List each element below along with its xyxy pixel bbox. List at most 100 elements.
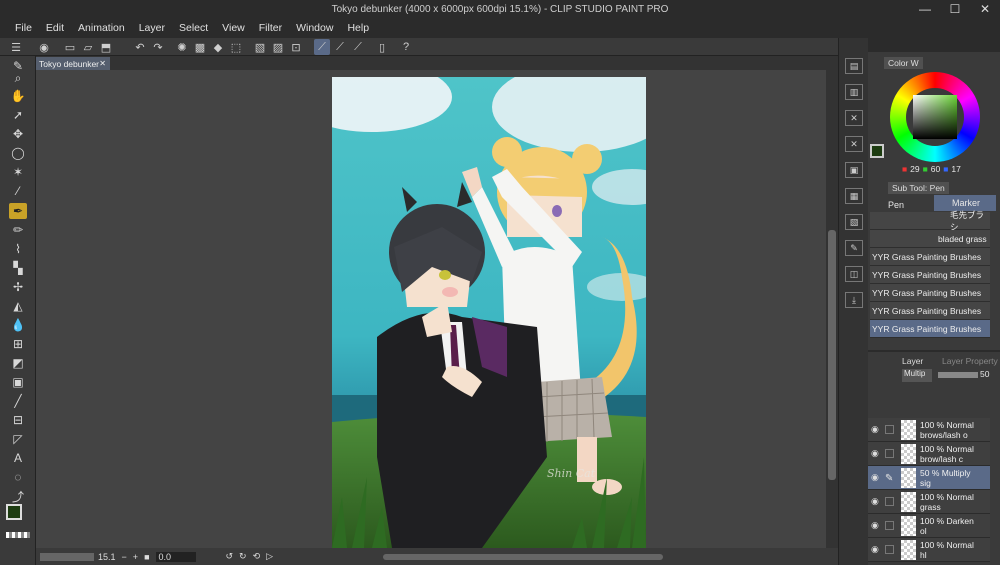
- layer-row[interactable]: ◉ 100 % Normal hl: [868, 538, 990, 562]
- rotate-left-icon[interactable]: ↺: [226, 551, 234, 562]
- deselect-icon[interactable]: ▧: [252, 39, 268, 55]
- lasso-icon[interactable]: ◯: [9, 145, 27, 161]
- save-panel-icon[interactable]: ▧: [845, 214, 863, 230]
- menu-file[interactable]: File: [8, 22, 39, 34]
- close-button[interactable]: ✕: [970, 0, 1000, 18]
- pencil-icon[interactable]: ✏: [9, 222, 27, 238]
- brush-item[interactable]: YYR Grass Painting Brushes: [870, 266, 990, 284]
- brush-item-selected[interactable]: YYR Grass Painting Brushes: [870, 320, 990, 338]
- canvas-area[interactable]: Shin Cat: [36, 70, 826, 548]
- object-select-icon[interactable]: ➚: [9, 107, 27, 123]
- layer-row-selected[interactable]: ◉ ✎ 50 % Multiply sig: [868, 466, 990, 490]
- brush-item[interactable]: YYR Grass Painting Brushes: [870, 248, 990, 266]
- gradient-icon[interactable]: ◩: [9, 355, 27, 371]
- image-panel-icon[interactable]: ▦: [845, 188, 863, 204]
- layer-row[interactable]: ◉ 100 % Normal brows/lash o: [868, 418, 990, 442]
- opacity-value[interactable]: 50: [980, 369, 989, 379]
- frame-icon[interactable]: ⊟: [9, 412, 27, 428]
- clear-icon[interactable]: ▩: [192, 39, 208, 55]
- clip-studio-icon[interactable]: ◉: [36, 39, 52, 55]
- fill-icon[interactable]: ⊞: [9, 336, 27, 352]
- tab-tokyo-debunker[interactable]: Tokyo debunker ✕: [36, 57, 110, 70]
- edit-panel-icon[interactable]: ✎: [845, 240, 863, 256]
- tab-subtool-pen[interactable]: Sub Tool: Pen: [888, 182, 949, 194]
- menu-help[interactable]: Help: [340, 22, 376, 34]
- rotate-right-icon[interactable]: ↻: [239, 551, 247, 562]
- export-panel-icon[interactable]: ⤓: [845, 292, 863, 308]
- saturation-value-square[interactable]: [913, 95, 957, 139]
- eye-icon[interactable]: ◉: [871, 472, 883, 483]
- green-value[interactable]: 60: [931, 164, 940, 174]
- layer-row[interactable]: ◉ 100 % Normal grass: [868, 490, 990, 514]
- brush-item[interactable]: 毛先ブラシ: [870, 210, 990, 232]
- tab-close-icon[interactable]: ✕: [99, 59, 106, 68]
- new-file-icon[interactable]: ▭: [62, 39, 78, 55]
- menu-animation[interactable]: Animation: [71, 22, 132, 34]
- menu-view[interactable]: View: [215, 22, 252, 34]
- eraser-icon[interactable]: ◭: [9, 298, 27, 314]
- maximize-button[interactable]: ☐: [940, 0, 970, 18]
- menu-edit[interactable]: Edit: [39, 22, 71, 34]
- eye-icon[interactable]: ◉: [871, 520, 883, 531]
- zoom-out-icon[interactable]: −: [122, 552, 127, 562]
- correct-line-icon[interactable]: ⤴: [9, 488, 27, 504]
- brush-icon[interactable]: ⌇: [9, 241, 27, 257]
- blend-mode-select[interactable]: Multip: [902, 369, 932, 382]
- crop-icon[interactable]: ⊡: [288, 39, 304, 55]
- blue-value[interactable]: 17: [951, 164, 960, 174]
- reset-rotation-icon[interactable]: ⟲: [253, 551, 261, 562]
- fill-bucket-icon[interactable]: ◆: [210, 39, 226, 55]
- brush-item[interactable]: YYR Grass Painting Brushes: [870, 284, 990, 302]
- menu-filter[interactable]: Filter: [252, 22, 289, 34]
- hand-icon[interactable]: ✋: [9, 88, 27, 104]
- pen-icon[interactable]: ✒: [9, 203, 27, 219]
- tab-layer[interactable]: Layer: [902, 356, 923, 366]
- vertical-scroll-thumb[interactable]: [828, 230, 836, 480]
- zoom-in-icon[interactable]: +: [133, 552, 138, 562]
- minimize-button[interactable]: —: [910, 0, 940, 18]
- smartphone-icon[interactable]: ▯: [374, 39, 390, 55]
- main-color-indicator[interactable]: [870, 144, 884, 158]
- main-color-swatch[interactable]: [6, 504, 22, 520]
- figure-icon[interactable]: ▣: [9, 374, 27, 390]
- red-value[interactable]: 29: [910, 164, 919, 174]
- airbrush-icon[interactable]: ▚: [9, 260, 27, 276]
- camera-panel-icon[interactable]: ◫: [845, 266, 863, 282]
- color-wheel[interactable]: [890, 72, 980, 162]
- save-icon[interactable]: ⬒: [98, 39, 114, 55]
- material-panel-icon-2[interactable]: ▣: [845, 162, 863, 178]
- transparent-color-swatch[interactable]: [6, 532, 30, 538]
- menu-select[interactable]: Select: [172, 22, 215, 34]
- rotation-value[interactable]: 0.0: [155, 551, 196, 562]
- line-icon[interactable]: ╱: [9, 393, 27, 409]
- eye-icon[interactable]: ◉: [871, 496, 883, 507]
- navigator-panel-icon[interactable]: ▤: [845, 58, 863, 74]
- eye-icon[interactable]: ◉: [871, 448, 883, 459]
- subtool-group-pen[interactable]: Pen: [872, 198, 928, 212]
- transform-icon[interactable]: ⬚: [228, 39, 244, 55]
- blend-icon[interactable]: 💧: [9, 317, 27, 333]
- progress-icon[interactable]: ✺: [174, 39, 190, 55]
- tab-layer-property[interactable]: Layer Property: [942, 356, 998, 366]
- navigator-slider[interactable]: [40, 552, 94, 561]
- eye-icon[interactable]: ◉: [871, 424, 883, 435]
- menu-window[interactable]: Window: [289, 22, 340, 34]
- text-icon[interactable]: A: [9, 450, 27, 466]
- decoration-icon[interactable]: ✢: [9, 279, 27, 295]
- open-file-icon[interactable]: ▱: [80, 39, 96, 55]
- brush-item[interactable]: YYR Grass Painting Brushes: [870, 302, 990, 320]
- menu-toggle-icon[interactable]: ☰: [8, 39, 24, 55]
- zoom-value[interactable]: 15.1: [98, 552, 116, 562]
- close-panel-icon[interactable]: ✕: [845, 110, 863, 126]
- ruler-icon[interactable]: ◸: [9, 431, 27, 447]
- redo-icon[interactable]: ↷: [150, 39, 166, 55]
- tab-color-wheel[interactable]: Color W: [884, 57, 923, 69]
- layer-row[interactable]: ◉ 100 % Normal brow/lash c: [868, 442, 990, 466]
- snap-ruler-icon[interactable]: ⟋: [314, 39, 330, 55]
- eyedropper-icon[interactable]: ⁄: [9, 183, 27, 199]
- material-panel-icon[interactable]: ▥: [845, 84, 863, 100]
- magic-wand-icon[interactable]: ✶: [9, 164, 27, 180]
- menu-layer[interactable]: Layer: [132, 22, 172, 34]
- opacity-slider[interactable]: [938, 372, 978, 378]
- canvas-vertical-scrollbar[interactable]: [826, 70, 838, 548]
